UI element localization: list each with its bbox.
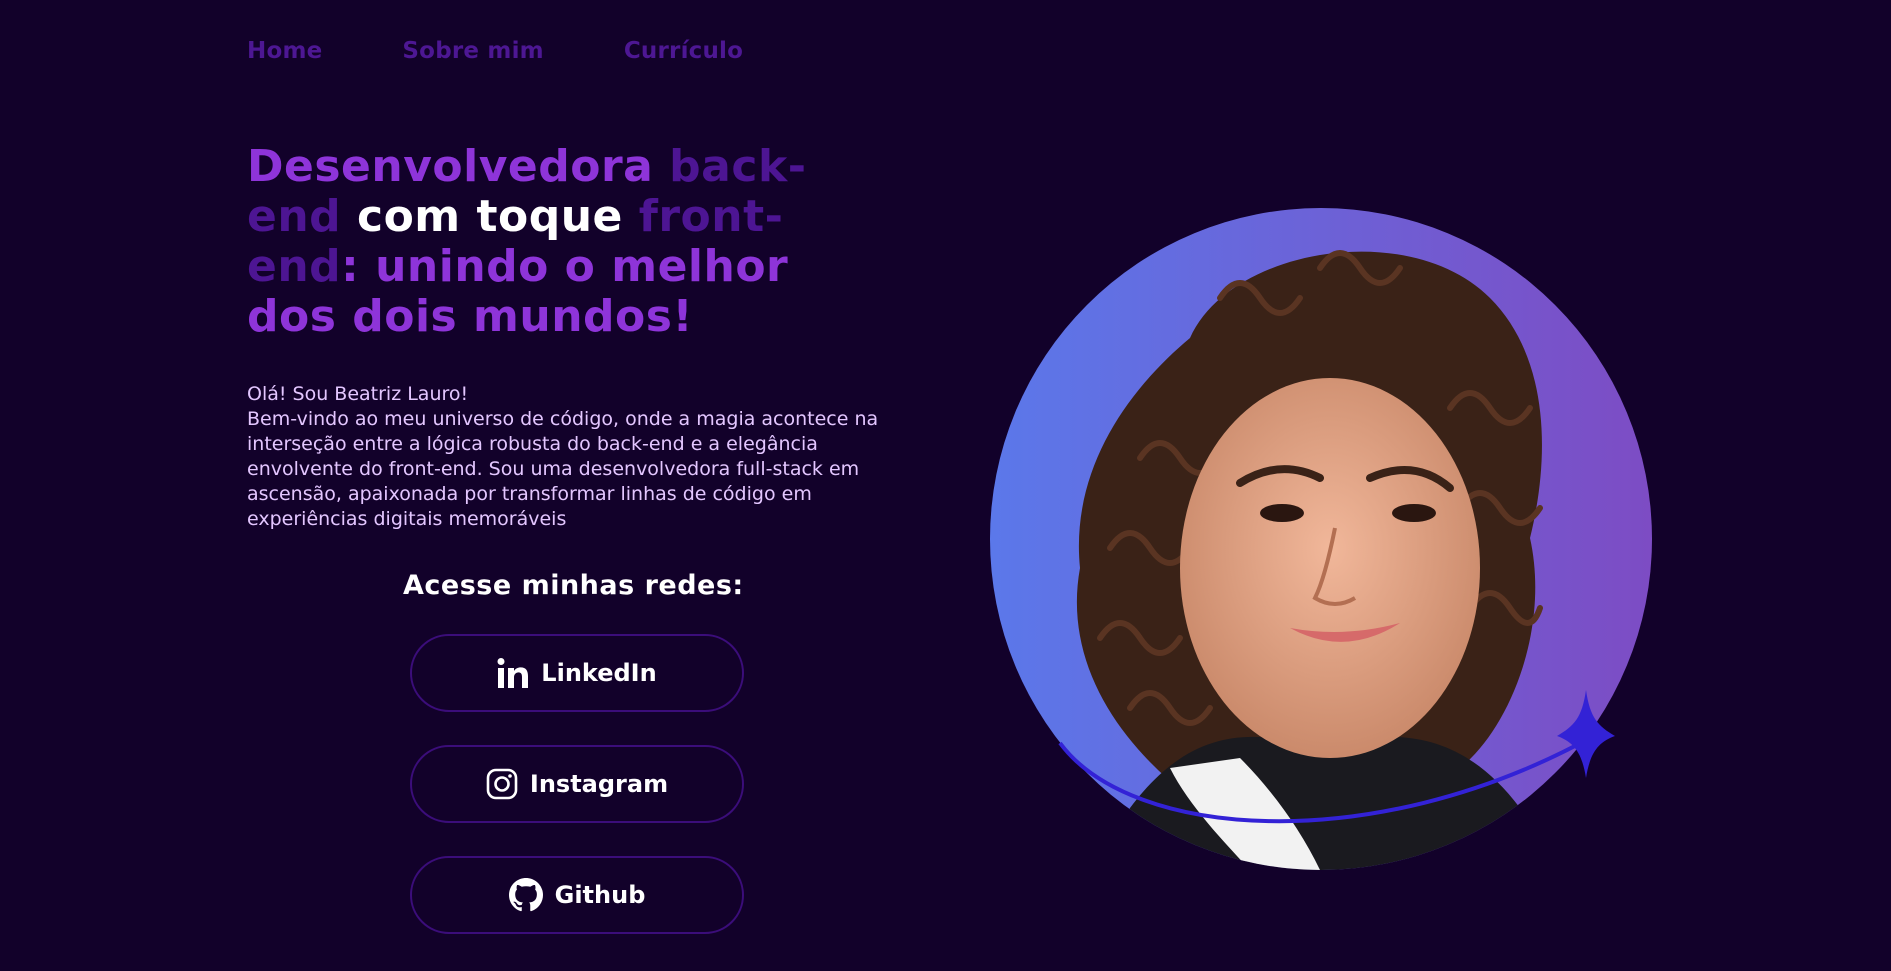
linkedin-icon (497, 657, 529, 689)
github-icon (508, 878, 543, 912)
greeting-text: Olá! Sou Beatriz Lauro! (247, 383, 469, 405)
instagram-label: Instagram (529, 770, 669, 798)
social-title: Acesse minhas redes: (403, 570, 744, 601)
github-label: Github (554, 881, 646, 909)
hero-title-part3: com toque (341, 191, 639, 242)
linkedin-button[interactable]: LinkedIn (410, 634, 744, 712)
nav-home-link[interactable]: Home (247, 38, 322, 64)
main-nav: Home Sobre mim Currículo (247, 38, 743, 64)
intro-text: Olá! Sou Beatriz Lauro! Bem-vindo ao meu… (247, 382, 907, 532)
instagram-icon (486, 768, 518, 800)
description-text: Bem-vindo ao meu universo de código, ond… (247, 408, 879, 530)
nav-about-link[interactable]: Sobre mim (402, 38, 543, 64)
github-button[interactable]: Github (410, 856, 744, 934)
hero-title-part1: Desenvolvedora (247, 141, 670, 192)
instagram-button[interactable]: Instagram (410, 745, 744, 823)
nav-resume-link[interactable]: Currículo (624, 38, 743, 64)
hero-title: Desenvolvedora back-end com toque front-… (247, 142, 857, 342)
profile-portrait (990, 208, 1652, 870)
linkedin-label: LinkedIn (541, 659, 657, 687)
